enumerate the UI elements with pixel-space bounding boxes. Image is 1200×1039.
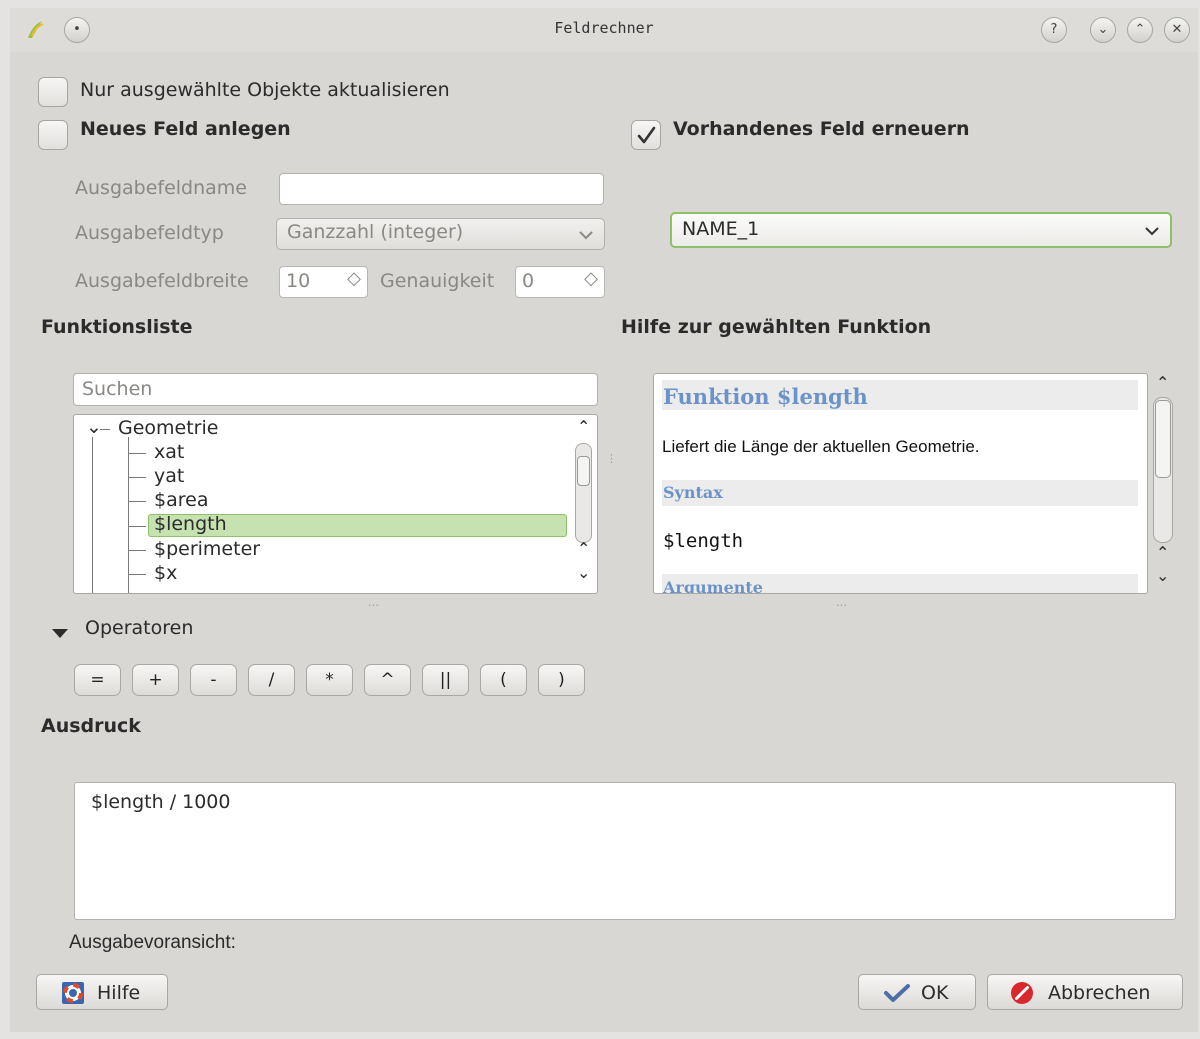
scroll-track[interactable] bbox=[1153, 397, 1173, 543]
scroll-up-icon[interactable]: ⌃ bbox=[577, 539, 590, 558]
tree-item[interactable]: $area bbox=[154, 489, 208, 511]
function-help-panel: Funktion $length Liefert die Länge der a… bbox=[653, 373, 1148, 594]
update-existing-label: Vorhandenes Feld erneuern bbox=[673, 118, 970, 140]
operator-plus-button[interactable]: + bbox=[132, 664, 179, 696]
function-tree-scrollbar[interactable]: ⌃ ⌃ ⌄ bbox=[571, 415, 597, 593]
help-description: Liefert die Länge der aktuellen Geometri… bbox=[662, 437, 980, 456]
help-scrollbar[interactable]: ⌃ ⌃ ⌄ bbox=[1150, 373, 1176, 594]
splitter-handle[interactable]: … bbox=[836, 596, 847, 609]
tree-item[interactable]: yat bbox=[154, 465, 184, 487]
output-width-spinbox[interactable]: 10 ◇ bbox=[279, 266, 368, 298]
title-bar: • Feldrechner ? ⌄ ⌃ ✕ bbox=[10, 8, 1198, 52]
help-syntax-label: Syntax bbox=[663, 483, 723, 502]
help-args-label: Argumente bbox=[663, 578, 763, 594]
checkmark-icon bbox=[884, 984, 910, 1002]
close-icon[interactable]: ✕ bbox=[1164, 17, 1190, 43]
search-placeholder: Suchen bbox=[82, 378, 153, 400]
operator-concat-button[interactable]: || bbox=[422, 664, 469, 696]
operator-minus-button[interactable]: - bbox=[190, 664, 237, 696]
scroll-thumb[interactable] bbox=[577, 456, 590, 486]
chevron-down-icon bbox=[1145, 227, 1159, 236]
spin-arrows-icon[interactable]: ◇ bbox=[347, 268, 361, 289]
expression-text: $length / 1000 bbox=[91, 791, 231, 813]
output-type-label: Ausgabefeldtyp bbox=[75, 222, 224, 244]
operator-power-button[interactable]: ^ bbox=[364, 664, 411, 696]
function-tree[interactable]: ⌄ Geometrie xat yat $area $length $perim… bbox=[73, 414, 598, 594]
splitter-handle[interactable]: … bbox=[368, 596, 379, 609]
help-button[interactable]: Hilfe bbox=[36, 974, 168, 1010]
help-func-title: Funktion $length bbox=[663, 384, 868, 409]
splitter-handle[interactable]: ⋮ bbox=[606, 452, 617, 465]
scroll-track[interactable] bbox=[575, 443, 592, 543]
existing-field-select[interactable]: NAME_1 bbox=[670, 212, 1172, 248]
operator-close-paren-button[interactable]: ) bbox=[538, 664, 585, 696]
scroll-down-icon[interactable]: ⌄ bbox=[1156, 566, 1169, 585]
collapse-triangle-icon[interactable] bbox=[50, 626, 70, 640]
expression-heading: Ausdruck bbox=[41, 715, 141, 737]
help-heading: Hilfe zur gewählten Funktion bbox=[621, 316, 932, 338]
chevron-down-icon bbox=[579, 231, 593, 240]
operator-equals-button[interactable]: = bbox=[74, 664, 121, 696]
tree-item-selected[interactable]: $length bbox=[154, 513, 227, 535]
operator-multiply-button[interactable]: * bbox=[306, 664, 353, 696]
window-title: Feldrechner bbox=[554, 19, 654, 37]
scroll-up-icon[interactable]: ⌃ bbox=[1156, 543, 1169, 562]
tree-item[interactable]: $x bbox=[154, 562, 177, 584]
cancel-button[interactable]: Abbrechen bbox=[987, 974, 1183, 1010]
tree-expander-icon[interactable]: ⌄ bbox=[86, 416, 102, 438]
minimize-icon[interactable]: ⌄ bbox=[1090, 17, 1116, 43]
ok-button-label: OK bbox=[921, 982, 949, 1004]
existing-field-value: NAME_1 bbox=[682, 218, 760, 240]
checkmark-icon bbox=[637, 126, 656, 144]
cancel-icon bbox=[1011, 982, 1033, 1004]
scroll-down-icon[interactable]: ⌄ bbox=[577, 563, 590, 582]
operator-divide-button[interactable]: / bbox=[248, 664, 295, 696]
scroll-up-icon[interactable]: ⌃ bbox=[577, 417, 590, 436]
function-list-heading: Funktionsliste bbox=[41, 316, 193, 338]
tree-item[interactable]: $perimeter bbox=[154, 538, 260, 560]
tree-group-geometrie[interactable]: Geometrie bbox=[118, 417, 218, 439]
output-width-label: Ausgabefeldbreite bbox=[75, 270, 249, 292]
scroll-thumb[interactable] bbox=[1155, 400, 1171, 478]
new-field-label: Neues Feld anlegen bbox=[80, 118, 291, 140]
cancel-button-label: Abbrechen bbox=[1048, 982, 1151, 1004]
help-button-label: Hilfe bbox=[97, 982, 141, 1004]
update-existing-checkbox[interactable] bbox=[631, 120, 661, 150]
only-selected-checkbox[interactable] bbox=[38, 77, 68, 107]
function-search-input[interactable]: Suchen bbox=[73, 373, 598, 406]
operator-open-paren-button[interactable]: ( bbox=[480, 664, 527, 696]
output-width-value: 10 bbox=[286, 270, 311, 292]
only-selected-label: Nur ausgewählte Objekte aktualisieren bbox=[80, 79, 450, 101]
syntax-heading-bar bbox=[662, 480, 1138, 506]
output-name-label: Ausgabefeldname bbox=[75, 177, 247, 199]
output-type-value: Ganzzahl (integer) bbox=[287, 221, 464, 243]
expression-textarea[interactable]: $length / 1000 bbox=[74, 782, 1176, 920]
scroll-up-icon[interactable]: ⌃ bbox=[1156, 373, 1169, 392]
spin-arrows-icon[interactable]: ◇ bbox=[584, 268, 598, 289]
maximize-icon[interactable]: ⌃ bbox=[1127, 17, 1153, 43]
lifebuoy-icon bbox=[62, 982, 84, 1004]
question-icon[interactable]: ? bbox=[1041, 17, 1067, 43]
ok-button[interactable]: OK bbox=[858, 974, 976, 1010]
output-preview-label: Ausgabevoransicht: bbox=[69, 932, 236, 953]
precision-label: Genauigkeit bbox=[380, 270, 495, 292]
operators-label[interactable]: Operatoren bbox=[85, 617, 193, 639]
output-name-field[interactable] bbox=[279, 173, 604, 205]
output-type-select[interactable]: Ganzzahl (integer) bbox=[276, 218, 605, 250]
precision-value: 0 bbox=[522, 270, 535, 292]
tree-item[interactable]: xat bbox=[154, 441, 184, 463]
new-field-checkbox[interactable] bbox=[38, 120, 68, 150]
help-syntax-code: $length bbox=[663, 530, 744, 552]
precision-spinbox[interactable]: 0 ◇ bbox=[515, 266, 605, 298]
